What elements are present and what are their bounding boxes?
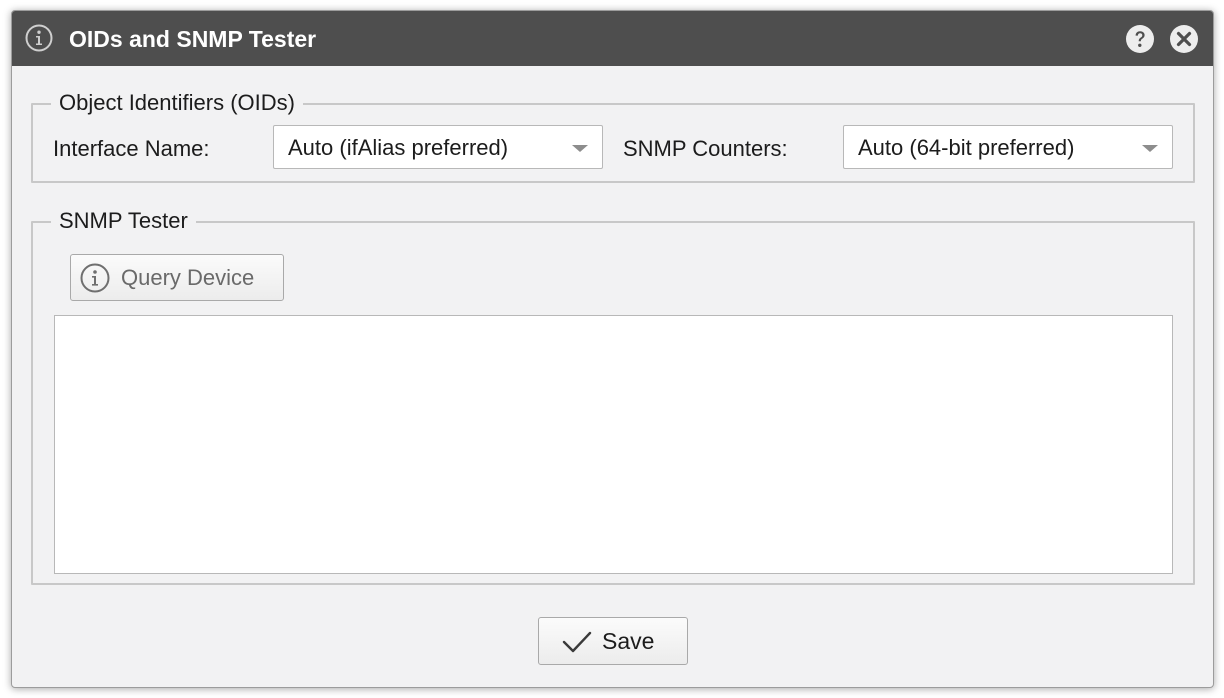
oids-snmp-dialog: OIDs and SNMP Tester Object Identifiers … [11,10,1214,688]
dialog-titlebar: OIDs and SNMP Tester [12,11,1213,66]
save-button[interactable]: Save [538,617,688,665]
snmp-counters-value: Auto (64-bit preferred) [858,135,1075,160]
info-icon [25,24,53,52]
snmp-output-area[interactable] [54,315,1173,574]
info-icon [80,263,110,293]
interface-name-value: Auto (ifAlias preferred) [288,135,509,160]
oids-group: Object Identifiers (OIDs) Interface Name… [31,90,1195,183]
checkmark-icon [562,631,592,653]
snmp-tester-legend: SNMP Tester [51,208,196,234]
interface-name-select[interactable]: Auto (ifAlias preferred) [273,125,603,169]
query-device-label: Query Device [121,265,255,290]
snmp-counters-label: SNMP Counters: [623,136,788,161]
snmp-tester-group: SNMP Tester Query Device [31,208,1195,585]
help-icon[interactable] [1125,24,1155,54]
chevron-down-icon [1142,145,1158,152]
save-label: Save [602,628,655,654]
interface-name-label: Interface Name: [53,136,210,161]
oids-legend: Object Identifiers (OIDs) [51,90,303,116]
dialog-title: OIDs and SNMP Tester [69,26,317,52]
chevron-down-icon [572,145,588,152]
query-device-button[interactable]: Query Device [70,254,284,301]
snmp-counters-select[interactable]: Auto (64-bit preferred) [843,125,1173,169]
close-icon[interactable] [1169,24,1199,54]
